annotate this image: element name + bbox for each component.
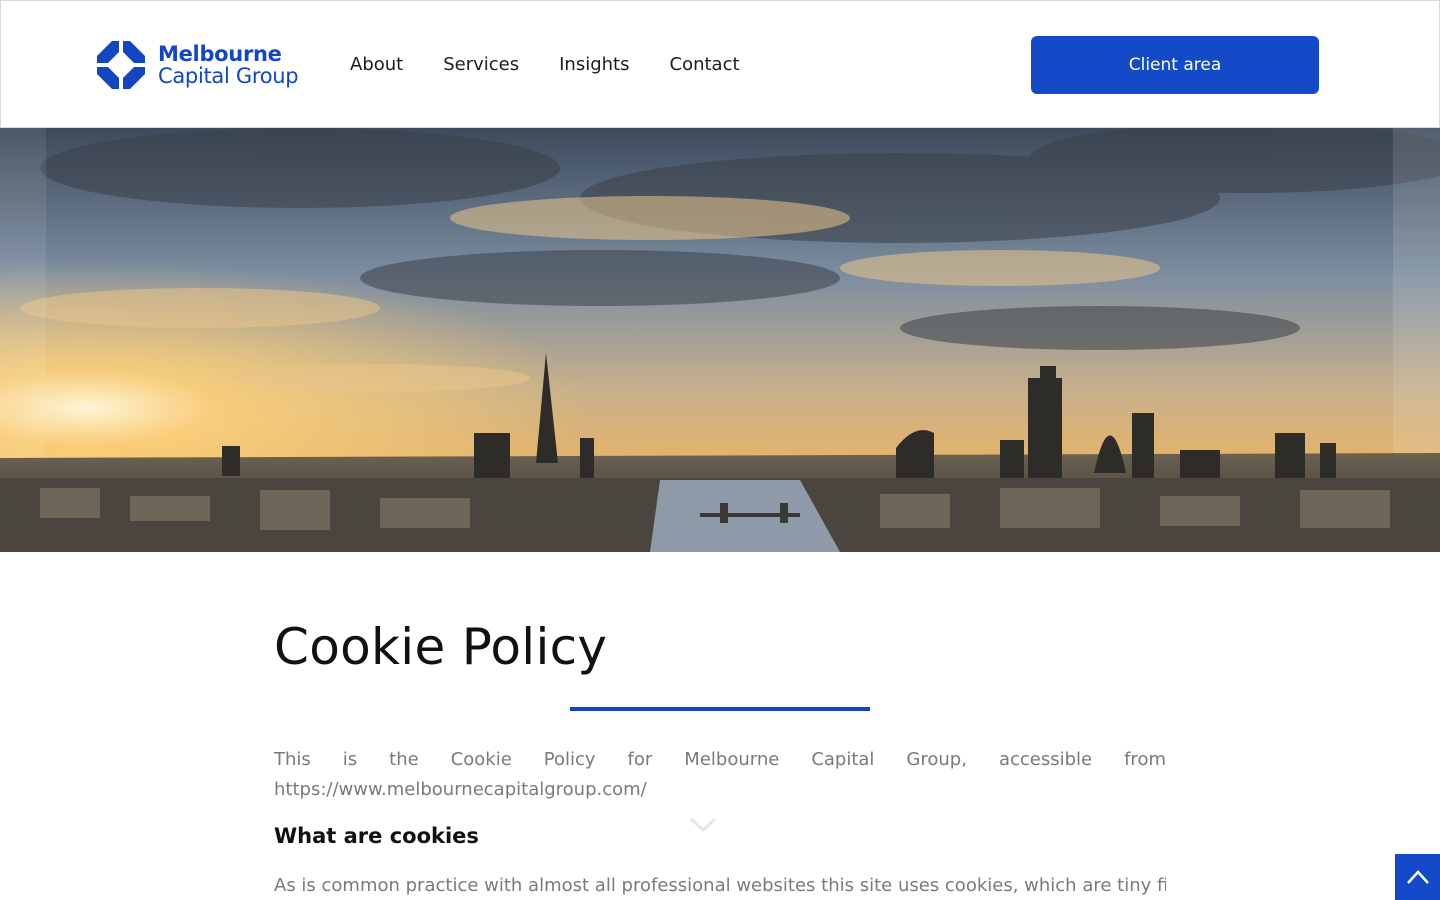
back-to-top-button[interactable] — [1395, 854, 1440, 900]
logo-mark-icon — [97, 41, 145, 89]
hero-image — [0, 128, 1440, 552]
site-logo[interactable]: Melbourne Capital Group — [97, 41, 299, 89]
section-paragraph: As is common practice with almost all pr… — [274, 875, 1166, 896]
section-heading: What are cookies — [274, 824, 479, 848]
logo-text: Melbourne Capital Group — [158, 42, 299, 88]
title-underline — [570, 707, 870, 711]
chevron-up-icon — [1406, 870, 1429, 884]
intro-paragraph: This is the Cookie Policy for Melbourne … — [274, 749, 1166, 800]
nav-contact[interactable]: Contact — [670, 53, 740, 77]
main-nav: About Services Insights Contact — [350, 53, 740, 77]
nav-services[interactable]: Services — [443, 53, 519, 77]
nav-about[interactable]: About — [350, 53, 403, 77]
client-area-button[interactable]: Client area — [1031, 36, 1319, 94]
logo-line-2: Capital Group — [158, 64, 299, 88]
chevron-down-icon[interactable] — [689, 816, 717, 834]
hero-banner — [0, 128, 1440, 552]
logo-line-1: Melbourne — [158, 42, 282, 66]
site-header: Melbourne Capital Group About Services I… — [0, 0, 1440, 128]
page-title: Cookie Policy — [274, 618, 608, 676]
nav-insights[interactable]: Insights — [559, 53, 629, 77]
